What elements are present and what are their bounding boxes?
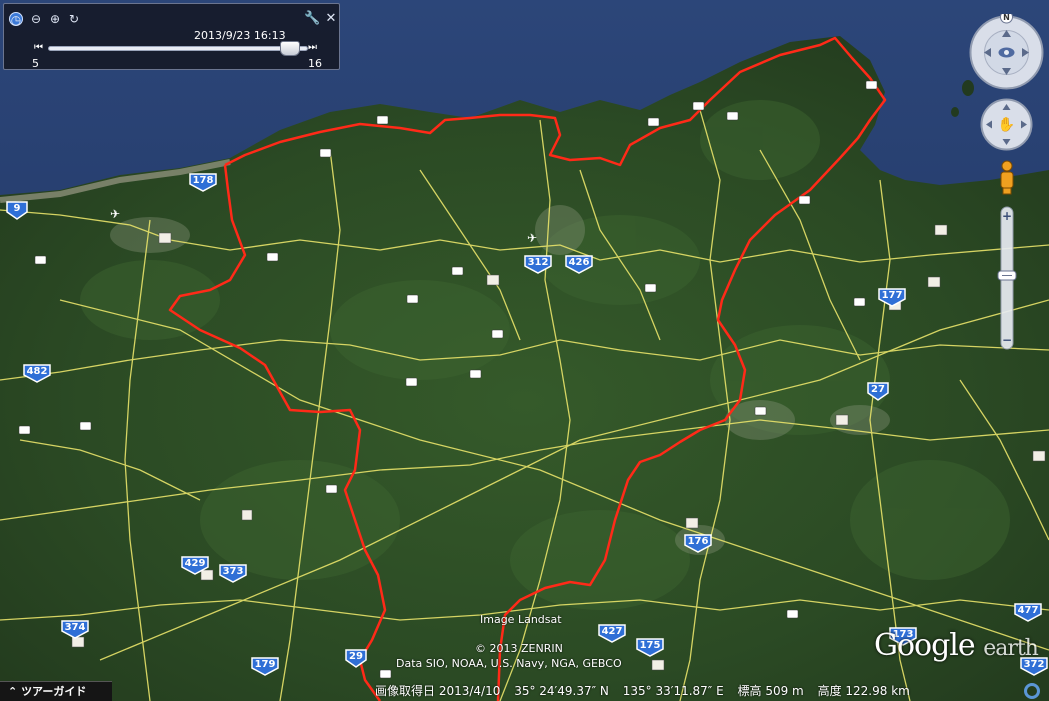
step-forward-icon[interactable]: ⏭ [308,42,317,53]
tour-guide-label: ツアーガイド [21,685,87,698]
time-slider-max: 16 [308,57,322,70]
route-shield[interactable]: 477 [1013,602,1043,622]
streaming-indicator-icon [1024,683,1040,699]
route-shield[interactable]: 177 [877,287,907,307]
close-icon[interactable]: ✕ [324,12,338,26]
route-shield[interactable]: 179 [250,656,280,676]
route-shield[interactable]: 373 [218,563,248,583]
time-slider-panel: ◷ ⊖ ⊕ ↻ 🔧 ✕ 2013/9/23 16:13 ⏮ ⏭ 5 16 [3,3,340,70]
reset-time-icon[interactable]: ↻ [67,12,81,26]
step-back-icon[interactable]: ⏮ [34,42,43,53]
latitude: 35° 24′49.37″ N [514,684,609,698]
wrench-icon[interactable]: 🔧 [304,12,320,26]
time-slider-track[interactable]: ⏮ ⏭ [30,41,320,56]
attribution-landsat: Image Landsat [480,613,562,626]
route-shield[interactable]: 29 [344,648,368,668]
status-bar: 画像取得日 2013/4/10 35° 24′49.37″ N 135° 33′… [375,681,1025,701]
svg-text:+: + [1002,209,1012,223]
move-joystick[interactable]: ✋ [980,98,1033,151]
svg-text:✈: ✈ [110,207,120,221]
time-slider-bar[interactable] [48,46,308,51]
route-shield[interactable]: 312 [523,254,553,274]
route-shield[interactable]: 427 [597,623,627,643]
zoom-out-time-icon[interactable]: ⊖ [29,12,43,26]
pegman-icon[interactable] [996,160,1018,196]
svg-text:✈: ✈ [527,231,537,245]
imagery-date: 画像取得日 2013/4/10 [375,684,501,698]
elevation: 標高 509 m [737,684,804,698]
route-shield[interactable]: 9 [5,200,29,220]
route-shield[interactable]: 429 [180,555,210,575]
time-slider-thumb[interactable] [279,41,300,56]
satellite-map[interactable]: ✈ ✈ [0,0,1049,701]
google-earth-logo: Google earth [874,628,1039,663]
attribution-zenrin: © 2013 ZENRIN [475,642,563,655]
svg-text:−: − [1002,333,1012,347]
route-shield[interactable]: 178 [188,172,218,192]
chevron-up-icon: ⌃ [8,685,18,698]
longitude: 135° 33′11.87″ E [622,684,724,698]
time-slider-min: 5 [32,57,39,70]
tour-guide-button[interactable]: ⌃ ツアーガイド [0,681,112,701]
island [951,107,959,117]
zoom-slider[interactable]: + − [996,205,1018,351]
clock-icon[interactable]: ◷ [9,12,23,27]
attribution-data: Data SIO, NOAA, U.S. Navy, NGA, GEBCO [396,657,622,670]
route-shield[interactable]: 374 [60,619,90,639]
eye-altitude: 高度 122.98 km [817,684,910,698]
zoom-in-time-icon[interactable]: ⊕ [48,12,62,26]
route-shield[interactable]: 175 [635,637,665,657]
svg-text:✋: ✋ [998,116,1015,133]
route-shield[interactable]: 482 [22,363,52,383]
route-shield[interactable]: 27 [866,381,890,401]
look-joystick[interactable]: N [968,14,1045,91]
route-shield[interactable]: 176 [683,533,713,553]
svg-text:N: N [1003,14,1010,22]
route-shield[interactable]: 426 [564,254,594,274]
